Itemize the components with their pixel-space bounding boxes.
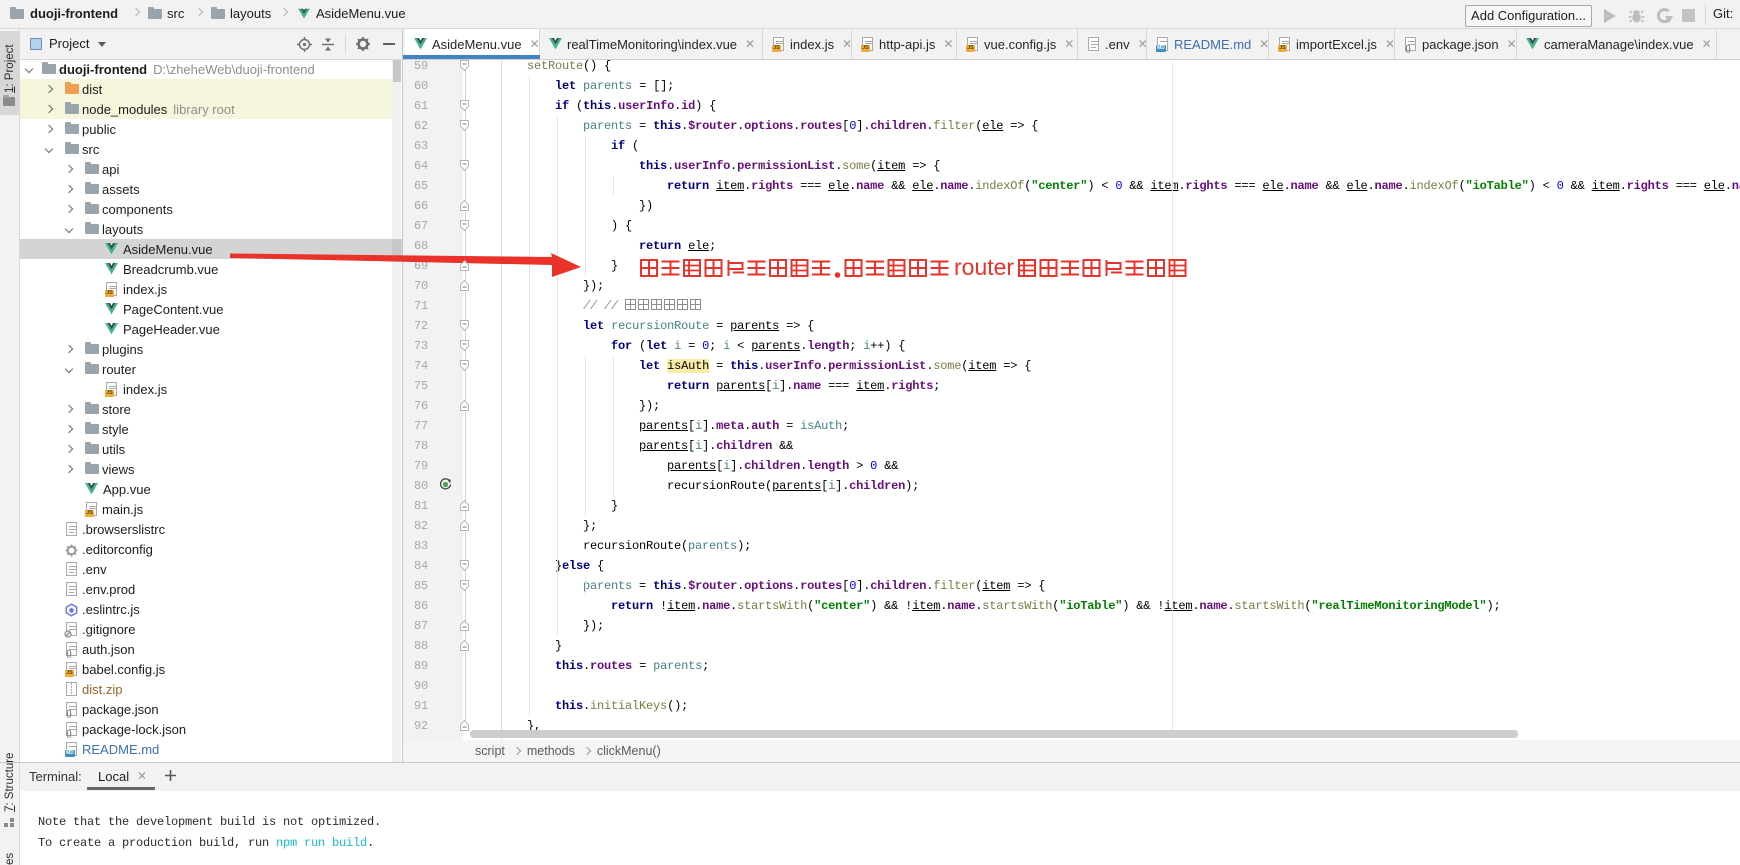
svg-text:router: router	[954, 256, 1014, 280]
